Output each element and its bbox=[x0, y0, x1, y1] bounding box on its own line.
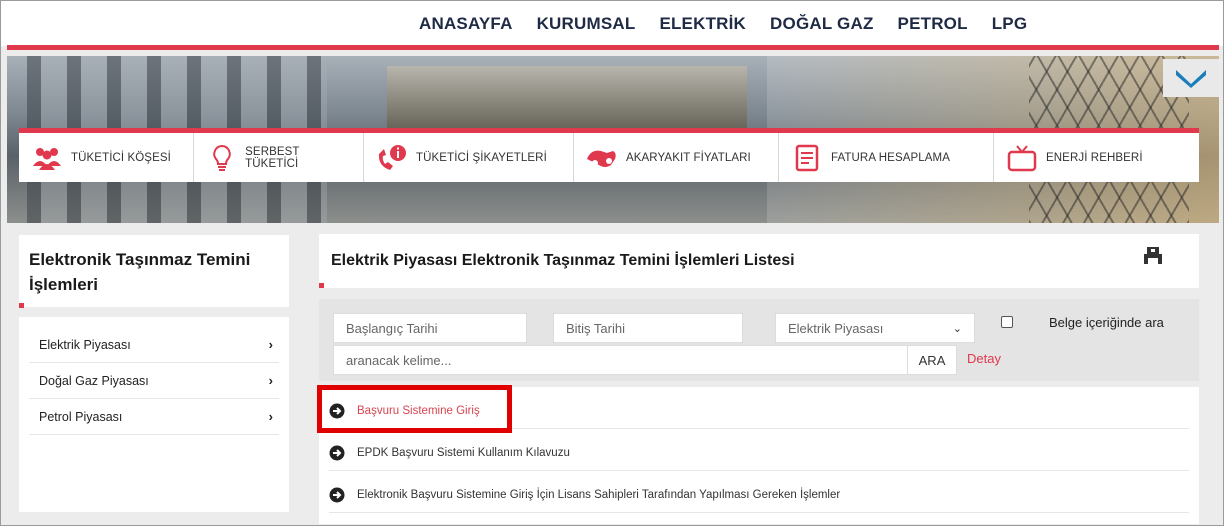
nav-anasayfa[interactable]: ANASAYFA bbox=[419, 14, 513, 34]
tv-icon bbox=[1004, 143, 1040, 173]
invoice-icon bbox=[789, 143, 825, 173]
sidebar-title: Elektronik Taşınmaz Temini İşlemleri bbox=[29, 250, 251, 294]
main-accent-marker bbox=[319, 283, 324, 288]
lightbulb-icon bbox=[204, 143, 239, 173]
category-tuketici-kosesi[interactable]: TÜKETİCİ KÖŞESİ bbox=[19, 133, 194, 182]
detail-link[interactable]: Detay bbox=[967, 351, 1001, 366]
category-fatura-hesaplama[interactable]: FATURA HESAPLAMA bbox=[779, 133, 994, 182]
category-label: TÜKETİCİ KÖŞESİ bbox=[71, 151, 171, 164]
chevron-down-icon bbox=[1176, 70, 1206, 88]
category-serbest-tuketici[interactable]: SERBEST TÜKETİCİ bbox=[194, 133, 364, 182]
category-label: FATURA HESAPLAMA bbox=[831, 151, 950, 164]
category-enerji-rehberi[interactable]: ENERJİ REHBERİ bbox=[994, 133, 1199, 182]
sidebar-item-elektrik-piyasasi[interactable]: Elektrik Piyasası › bbox=[29, 327, 279, 363]
chevron-right-icon: › bbox=[268, 373, 273, 388]
top-navigation: ANASAYFA KURUMSAL ELEKTRİK DOĞAL GAZ PET… bbox=[1, 1, 1223, 46]
phone-info-icon bbox=[374, 143, 410, 173]
category-bar: TÜKETİCİ KÖŞESİ SERBEST TÜKETİCİ TÜKETİC… bbox=[19, 133, 1199, 182]
list-item-basvuru-sistemine-giris[interactable]: Başvuru Sistemine Giriş bbox=[329, 393, 1189, 429]
keyword-input[interactable]: aranacak kelime... bbox=[333, 345, 908, 375]
arrow-right-circle-icon bbox=[329, 403, 345, 418]
arrow-right-circle-icon bbox=[329, 487, 345, 502]
sidebar-header: Elektronik Taşınmaz Temini İşlemleri bbox=[19, 235, 289, 307]
nav-dogal-gaz[interactable]: DOĞAL GAZ bbox=[770, 14, 874, 34]
category-label: ENERJİ REHBERİ bbox=[1046, 151, 1143, 164]
chevron-down-icon: ⌄ bbox=[952, 322, 962, 335]
list-item-label: Başvuru Sistemine Giriş bbox=[357, 404, 480, 417]
filter-panel: Başlangıç Tarihi Bitiş Tarihi Elektrik P… bbox=[319, 299, 1199, 381]
page-title: Elektrik Piyasası Elektronik Taşınmaz Te… bbox=[331, 252, 795, 269]
market-select[interactable]: Elektrik Piyasası ⌄ bbox=[775, 313, 975, 343]
main-header: Elektrik Piyasası Elektronik Taşınmaz Te… bbox=[319, 234, 1199, 288]
nav-kurumsal[interactable]: KURUMSAL bbox=[537, 14, 636, 34]
sidebar-item-label: Elektrik Piyasası bbox=[39, 337, 131, 352]
chevron-right-icon: › bbox=[268, 337, 273, 352]
banner-industrial-image bbox=[387, 66, 747, 136]
list-item-label: Elektronik Başvuru Sistemine Giriş İçin … bbox=[357, 488, 841, 501]
category-label: AKARYAKIT FİYATLARI bbox=[626, 151, 751, 164]
start-date-input[interactable]: Başlangıç Tarihi bbox=[333, 313, 527, 343]
category-label: SERBEST TÜKETİCİ bbox=[245, 145, 300, 170]
end-date-input[interactable]: Bitiş Tarihi bbox=[553, 313, 743, 343]
market-select-value: Elektrik Piyasası bbox=[788, 320, 884, 336]
sidebar-item-petrol-piyasasi[interactable]: Petrol Piyasası › bbox=[29, 399, 279, 435]
category-label: TÜKETİCİ ŞİKAYETLERİ bbox=[416, 151, 547, 164]
sidebar-item-label: Doğal Gaz Piyasası bbox=[39, 373, 149, 388]
category-akaryakit-fiyatlari[interactable]: AKARYAKIT FİYATLARI bbox=[574, 133, 779, 182]
search-in-docs-label: Belge içeriğinde ara bbox=[1049, 315, 1164, 330]
nav-petrol[interactable]: PETROL bbox=[898, 14, 968, 34]
fuel-pump-icon bbox=[584, 143, 620, 173]
nav-lpg[interactable]: LPG bbox=[992, 14, 1028, 34]
nav-elektrik[interactable]: ELEKTRİK bbox=[659, 14, 746, 34]
nav-divider bbox=[7, 45, 1219, 50]
sidebar-accent-marker bbox=[19, 303, 24, 308]
category-tuketici-sikayetleri[interactable]: TÜKETİCİ ŞİKAYETLERİ bbox=[364, 133, 574, 182]
sidebar-menu: Elektrik Piyasası › Doğal Gaz Piyasası ›… bbox=[19, 317, 289, 512]
search-button[interactable]: ARA bbox=[907, 345, 957, 375]
people-icon bbox=[29, 143, 65, 173]
list-item-lisans-sahipleri-islemler[interactable]: Elektronik Başvuru Sistemine Giriş İçin … bbox=[329, 477, 1189, 513]
search-in-docs-checkbox[interactable] bbox=[1001, 316, 1013, 328]
sidebar-item-label: Petrol Piyasası bbox=[39, 409, 123, 424]
sidebar-item-dogal-gaz-piyasasi[interactable]: Doğal Gaz Piyasası › bbox=[29, 363, 279, 399]
list-item-label: EPDK Başvuru Sistemi Kullanım Kılavuzu bbox=[357, 446, 570, 459]
arrow-right-circle-icon bbox=[329, 445, 345, 460]
list-item-kullanim-kilavuzu[interactable]: EPDK Başvuru Sistemi Kullanım Kılavuzu bbox=[329, 435, 1189, 471]
chevron-right-icon: › bbox=[268, 409, 273, 424]
document-list: Başvuru Sistemine Giriş EPDK Başvuru Sis… bbox=[319, 387, 1199, 524]
menu-toggle-button[interactable] bbox=[1163, 59, 1219, 97]
print-icon[interactable] bbox=[1143, 246, 1163, 266]
